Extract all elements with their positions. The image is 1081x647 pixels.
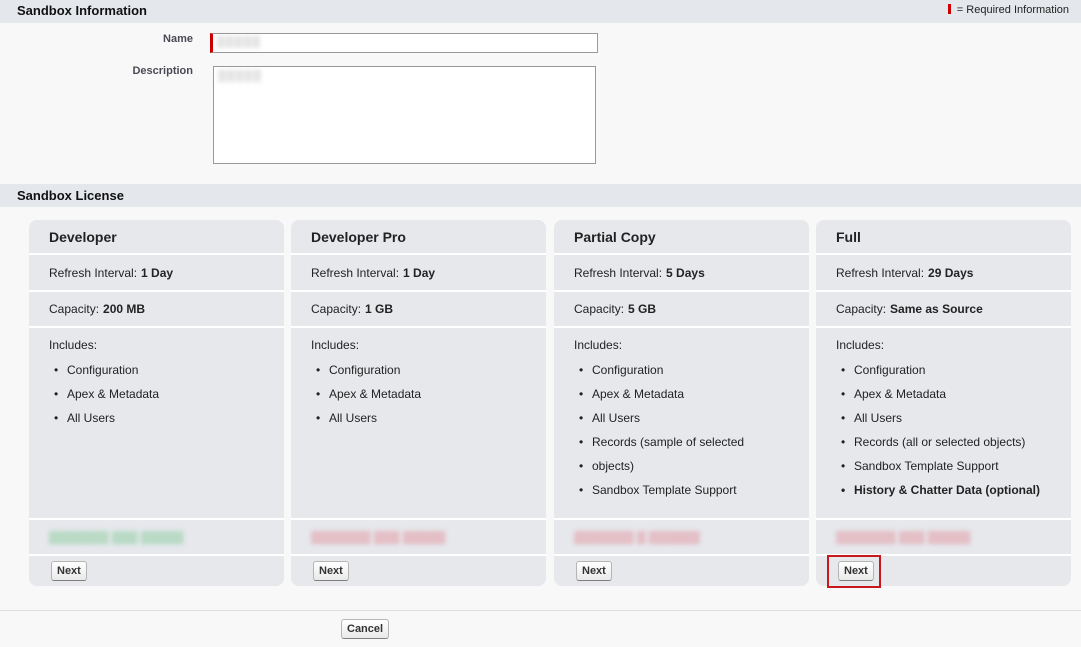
card-title: Developer Pro bbox=[291, 220, 546, 255]
includes-label: Includes: bbox=[49, 338, 98, 352]
list-item: All Users bbox=[311, 406, 546, 430]
list-item-continuation: objects) bbox=[574, 454, 809, 478]
next-button-highlight bbox=[827, 555, 881, 588]
list-item: Apex & Metadata bbox=[836, 382, 1071, 406]
capacity-label: Capacity: bbox=[574, 302, 625, 316]
list-item: Sandbox Template Support bbox=[836, 454, 1071, 478]
required-information-legend: = Required Information bbox=[947, 4, 1069, 16]
license-status: ▒▒▒▒▒▒▒ ▒▒▒ ▒▒▒▒▒ bbox=[29, 520, 284, 556]
capacity: Capacity: Same as Source bbox=[816, 292, 1071, 328]
status-text: ▒▒▒▒▒▒▒ ▒▒▒ ▒▒▒▒▒ bbox=[49, 530, 184, 544]
includes: Includes: Configuration Apex & Metadata … bbox=[816, 328, 1071, 520]
list-item: Apex & Metadata bbox=[574, 382, 809, 406]
capacity-value: 1 GB bbox=[365, 302, 394, 316]
description-textarea[interactable]: ▒▒▒▒▒ bbox=[213, 66, 596, 164]
license-status: ▒▒▒▒▒▒▒ ▒▒▒ ▒▒▒▒▒ bbox=[816, 520, 1071, 556]
capacity: Capacity: 1 GB bbox=[291, 292, 546, 328]
refresh-label: Refresh Interval: bbox=[574, 266, 663, 280]
refresh-value: 5 Days bbox=[666, 266, 705, 280]
status-text: ▒▒▒▒▒▒▒ ▒ ▒▒▒▒▒▒ bbox=[574, 530, 700, 544]
refresh-interval: Refresh Interval: 1 Day bbox=[291, 255, 546, 292]
capacity: Capacity: 200 MB bbox=[29, 292, 284, 328]
capacity-value: Same as Source bbox=[890, 302, 983, 316]
required-marker bbox=[947, 4, 951, 14]
sandbox-license-header: Sandbox License bbox=[0, 184, 1081, 207]
section-title: Sandbox Information bbox=[17, 3, 147, 18]
license-card-full: Full Refresh Interval: 29 Days Capacity: S… bbox=[816, 220, 1071, 586]
capacity-label: Capacity: bbox=[836, 302, 887, 316]
continuation-text: objects) bbox=[592, 459, 635, 473]
list-item: History & Chatter Data (optional) bbox=[836, 478, 1071, 502]
list-item: Configuration bbox=[574, 358, 809, 382]
refresh-interval: Refresh Interval: 29 Days bbox=[816, 255, 1071, 292]
list-item: Configuration bbox=[49, 358, 284, 382]
bottom-button-bar: Cancel bbox=[0, 610, 1081, 644]
includes: Includes: Configuration Apex & Metadata … bbox=[291, 328, 546, 520]
refresh-interval: Refresh Interval: 1 Day bbox=[29, 255, 284, 292]
description-label: Description bbox=[132, 65, 193, 77]
refresh-interval: Refresh Interval: 5 Days bbox=[554, 255, 809, 292]
next-button[interactable]: Next bbox=[313, 561, 349, 581]
name-input[interactable]: ▒▒▒▒▒ bbox=[210, 33, 598, 53]
refresh-label: Refresh Interval: bbox=[836, 266, 925, 280]
refresh-value: 1 Day bbox=[403, 266, 436, 280]
includes: Includes: Configuration Apex & Metadata … bbox=[554, 328, 809, 520]
card-footer: Next bbox=[554, 556, 809, 586]
card-footer: Next bbox=[291, 556, 546, 586]
refresh-label: Refresh Interval: bbox=[311, 266, 400, 280]
capacity: Capacity: 5 GB bbox=[554, 292, 809, 328]
card-title: Partial Copy bbox=[554, 220, 809, 255]
name-value: ▒▒▒▒▒ bbox=[217, 36, 261, 48]
description-value: ▒▒▒▒▒ bbox=[218, 70, 262, 82]
next-button[interactable]: Next bbox=[51, 561, 87, 581]
list-item: Configuration bbox=[836, 358, 1071, 382]
refresh-value: 1 Day bbox=[141, 266, 174, 280]
list-item: All Users bbox=[49, 406, 284, 430]
license-status: ▒▒▒▒▒▒▒ ▒ ▒▒▒▒▒▒ bbox=[554, 520, 809, 556]
list-item: Sandbox Template Support bbox=[574, 478, 809, 502]
includes-label: Includes: bbox=[311, 338, 360, 352]
license-status: ▒▒▒▒▒▒▒ ▒▒▒ ▒▒▒▒▒ bbox=[291, 520, 546, 556]
list-item: Records (sample of selected bbox=[574, 430, 809, 454]
capacity-value: 5 GB bbox=[628, 302, 657, 316]
refresh-value: 29 Days bbox=[928, 266, 974, 280]
includes-label: Includes: bbox=[574, 338, 623, 352]
list-item: All Users bbox=[836, 406, 1071, 430]
card-footer: Next bbox=[29, 556, 284, 586]
cancel-button[interactable]: Cancel bbox=[341, 619, 390, 639]
next-button[interactable]: Next bbox=[576, 561, 612, 581]
refresh-label: Refresh Interval: bbox=[49, 266, 138, 280]
includes-label: Includes: bbox=[836, 338, 885, 352]
includes: Includes: Configuration Apex & Metadata … bbox=[29, 328, 284, 520]
status-text: ▒▒▒▒▒▒▒ ▒▒▒ ▒▒▒▒▒ bbox=[311, 530, 446, 544]
name-label: Name bbox=[163, 33, 193, 45]
license-card-partial-copy: Partial Copy Refresh Interval: 5 Days Cap… bbox=[554, 220, 809, 586]
list-item: Apex & Metadata bbox=[311, 382, 546, 406]
list-item: All Users bbox=[574, 406, 809, 430]
license-card-developer-pro: Developer Pro Refresh Interval: 1 Day Cap… bbox=[291, 220, 546, 586]
list-item: Apex & Metadata bbox=[49, 382, 284, 406]
sandbox-information-header: Sandbox Information = Required Informati… bbox=[0, 0, 1081, 23]
status-text: ▒▒▒▒▒▒▒ ▒▒▒ ▒▒▒▒▒ bbox=[836, 530, 971, 544]
required-info-text: = Required Information bbox=[956, 4, 1069, 16]
capacity-label: Capacity: bbox=[49, 302, 100, 316]
capacity-label: Capacity: bbox=[311, 302, 362, 316]
card-title: Developer bbox=[29, 220, 284, 255]
list-item: Configuration bbox=[311, 358, 546, 382]
section-title: Sandbox License bbox=[17, 188, 124, 203]
license-card-developer: Developer Refresh Interval: 1 Day Capacit… bbox=[29, 220, 284, 586]
list-item: Records (all or selected objects) bbox=[836, 430, 1071, 454]
card-title: Full bbox=[816, 220, 1071, 255]
capacity-value: 200 MB bbox=[103, 302, 146, 316]
